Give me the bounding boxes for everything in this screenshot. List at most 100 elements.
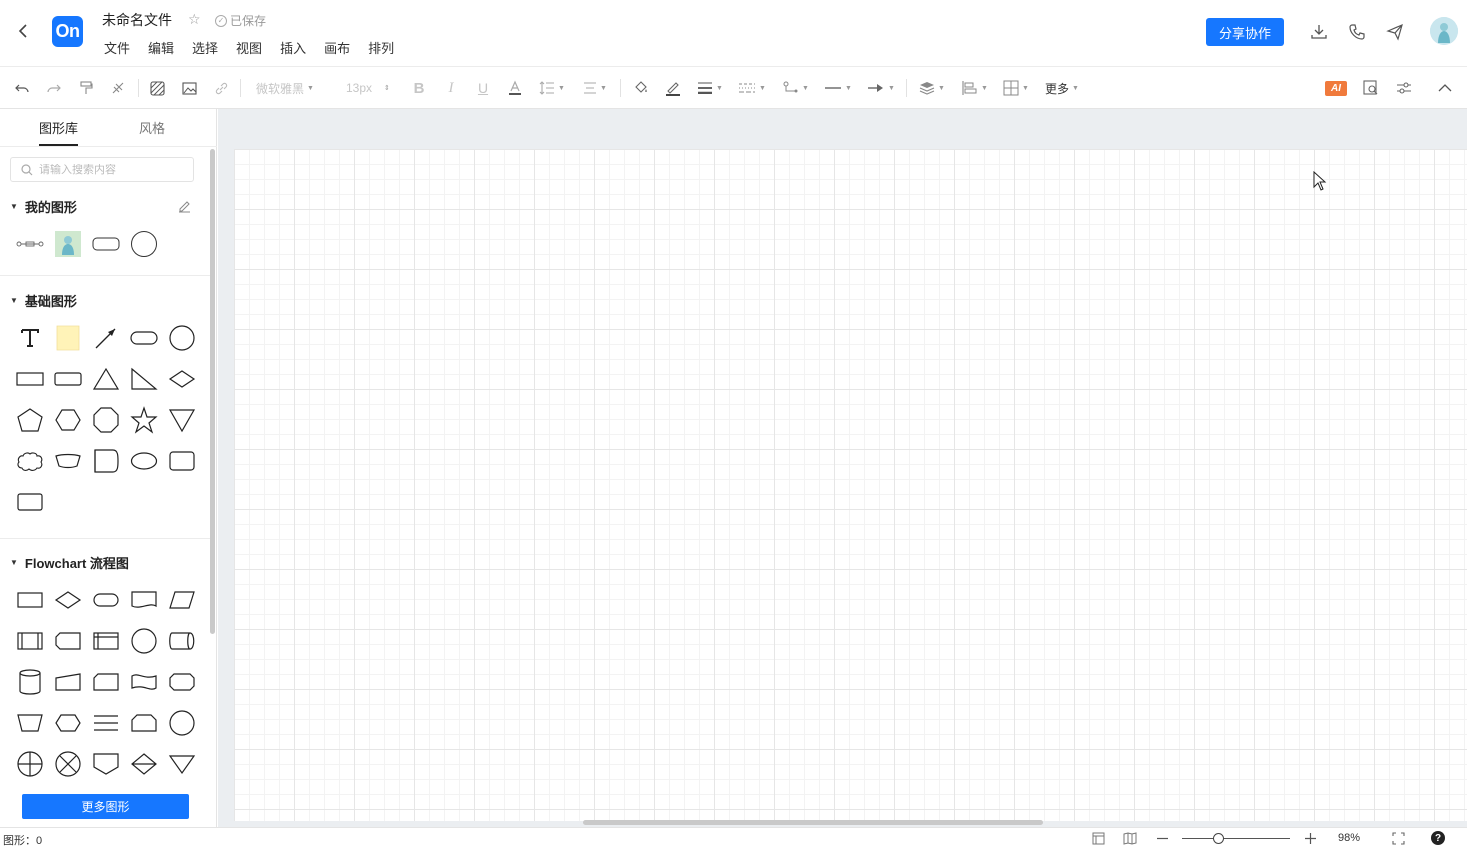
shape-star[interactable] (129, 405, 159, 435)
zoom-slider-track[interactable] (1182, 838, 1290, 839)
my-shape-avatar-image[interactable] (53, 229, 83, 259)
settings-sliders-icon[interactable] (1394, 76, 1414, 100)
connector-type-icon[interactable]: ▼ (781, 76, 811, 100)
download-icon[interactable] (1307, 20, 1331, 44)
user-avatar[interactable] (1430, 17, 1458, 45)
more-shapes-button[interactable]: 更多图形 (22, 794, 189, 819)
more-menu[interactable]: 更多 ▼ (1043, 76, 1081, 100)
shape-terminator[interactable] (129, 323, 159, 353)
zoom-level[interactable]: 98% (1338, 832, 1360, 844)
tab-style[interactable]: 风格 (139, 118, 165, 137)
help-icon[interactable]: ? (1431, 831, 1445, 845)
redo-icon[interactable] (44, 76, 64, 100)
flowchart-stored-data[interactable] (53, 626, 83, 656)
format-painter-icon[interactable] (76, 76, 96, 100)
align-icon[interactable]: ▼ (581, 76, 609, 100)
menu-file[interactable]: 文件 (104, 38, 130, 57)
send-icon[interactable] (1383, 20, 1407, 44)
star-icon[interactable]: ☆ (188, 11, 201, 28)
collapse-toolbar-icon[interactable] (1436, 76, 1454, 100)
line-style-icon[interactable]: ▼ (737, 76, 767, 100)
my-shape-rounded-rect[interactable] (91, 229, 121, 259)
flowchart-display[interactable] (167, 667, 197, 697)
flowchart-merge[interactable] (167, 749, 197, 779)
canvas-area[interactable] (218, 109, 1467, 827)
flowchart-or[interactable] (53, 749, 83, 779)
section-flowchart[interactable]: ▼ Flowchart 流程图 (10, 553, 129, 572)
back-arrow-icon[interactable] (12, 20, 34, 42)
menu-select[interactable]: 选择 (192, 38, 218, 57)
flowchart-process[interactable] (15, 585, 45, 615)
page-layout-icon[interactable] (1090, 830, 1106, 846)
flowchart-sort[interactable] (129, 749, 159, 779)
flowchart-preparation[interactable] (53, 708, 83, 738)
search-replace-icon[interactable] (1361, 76, 1381, 100)
shape-circle[interactable] (167, 323, 197, 353)
line-weight-icon[interactable]: ▼ (696, 76, 724, 100)
flowchart-internal-storage[interactable] (91, 626, 121, 656)
canvas-horizontal-scrollbar[interactable] (583, 820, 1043, 825)
flowchart-manual-operation[interactable] (15, 708, 45, 738)
shape-ellipse[interactable] (129, 446, 159, 476)
shape-diamond[interactable] (167, 364, 197, 394)
phone-icon[interactable] (1345, 20, 1369, 44)
image-icon[interactable] (179, 76, 199, 100)
flowchart-terminator[interactable] (91, 585, 121, 615)
font-family-select[interactable]: 微软雅黑 ▼ (256, 76, 328, 100)
shape-pentagon[interactable] (15, 405, 45, 435)
flowchart-manual-input[interactable] (53, 667, 83, 697)
undo-icon[interactable] (12, 76, 32, 100)
flowchart-off-page-connector[interactable] (91, 749, 121, 779)
shape-arrow-line[interactable] (91, 323, 121, 353)
shape-inverted-triangle[interactable] (167, 405, 197, 435)
sidebar-scrollbar[interactable] (210, 149, 215, 634)
shape-right-triangle[interactable] (129, 364, 159, 394)
flowchart-data[interactable] (167, 585, 197, 615)
shape-triangle[interactable] (91, 364, 121, 394)
ai-assistant-button[interactable]: AI (1325, 81, 1347, 96)
edit-pencil-icon[interactable] (178, 200, 191, 216)
menu-edit[interactable]: 编辑 (148, 38, 174, 57)
flowchart-database[interactable] (15, 667, 45, 697)
group-icon[interactable]: ▼ (1001, 76, 1031, 100)
line-end-icon[interactable]: ▼ (866, 76, 896, 100)
flowchart-direct-data[interactable] (167, 626, 197, 656)
menu-insert[interactable]: 插入 (280, 38, 306, 57)
flowchart-parallel-mode[interactable] (91, 708, 121, 738)
flowchart-document[interactable] (129, 585, 159, 615)
zoom-in-icon[interactable] (1302, 830, 1318, 846)
file-name[interactable]: 未命名文件 (102, 10, 172, 30)
fullscreen-icon[interactable] (1390, 830, 1406, 846)
shape-rounded-rectangle[interactable] (53, 364, 83, 394)
shape-rounded-square[interactable] (167, 446, 197, 476)
shape-rounded-box[interactable] (15, 487, 45, 517)
my-shape-connector-link[interactable] (15, 229, 45, 259)
menu-view[interactable]: 视图 (236, 38, 262, 57)
texture-icon[interactable] (147, 76, 167, 100)
section-my-shapes[interactable]: ▼ 我的图形 (10, 197, 77, 216)
flowchart-card[interactable] (91, 667, 121, 697)
bold-icon[interactable]: B (410, 76, 428, 100)
line-height-icon[interactable]: ▼ (538, 76, 566, 100)
drawing-page-grid[interactable] (234, 149, 1467, 821)
menu-canvas[interactable]: 画布 (324, 38, 350, 57)
flowchart-summing-junction[interactable] (15, 749, 45, 779)
line-start-icon[interactable]: ▼ (823, 76, 853, 100)
flowchart-decision[interactable] (53, 585, 83, 615)
flowchart-on-page-connector[interactable] (167, 708, 197, 738)
layer-icon[interactable]: ▼ (917, 76, 947, 100)
align-objects-icon[interactable]: ▼ (960, 76, 990, 100)
shape-rectangle[interactable] (15, 364, 45, 394)
font-size-select[interactable]: 13px ⇕ (346, 76, 396, 100)
share-button[interactable]: 分享协作 (1206, 18, 1284, 46)
flowchart-punched-tape[interactable] (129, 667, 159, 697)
shape-text[interactable] (15, 323, 45, 353)
zoom-out-icon[interactable] (1154, 830, 1170, 846)
shape-delay[interactable] (91, 446, 121, 476)
flowchart-connector[interactable] (129, 626, 159, 656)
shape-hexagon[interactable] (53, 405, 83, 435)
menu-arrange[interactable]: 排列 (368, 38, 394, 57)
flowchart-loop-limit[interactable] (129, 708, 159, 738)
zoom-slider-handle[interactable] (1213, 833, 1224, 844)
shape-wave-banner[interactable] (53, 446, 83, 476)
